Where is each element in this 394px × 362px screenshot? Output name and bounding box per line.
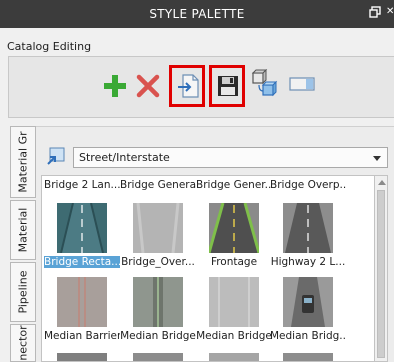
list-item[interactable]: Highway 2 L... [270,203,346,269]
tab-connector[interactable]: nector [10,324,36,362]
item-label: Bridge Recta... [44,256,120,268]
item-label: Bridge_Over... [121,256,195,268]
tab-label: nector [16,325,30,361]
copy-style-button[interactable] [249,67,287,105]
list-item[interactable]: Bridge Recta... [44,203,120,269]
chevron-down-icon [373,156,381,161]
tab-label: Pipeline [16,270,30,314]
floppy-disk-icon [218,76,238,96]
list-item[interactable]: Median Bridge [196,277,272,343]
median-bridge-vehicle-thumbnail [283,277,333,327]
item-label: Bridge General [120,179,196,191]
list-item[interactable]: Median Bridg... [270,277,346,343]
catalog-toolbar [8,56,394,118]
window-button[interactable] [285,67,323,105]
catalog-editing-label: Catalog Editing [7,40,92,53]
copy-cubes-icon [251,69,278,97]
side-tabs: Material Gr Material Pipeline nector [10,126,36,362]
item-label: Frontage [210,256,258,268]
frontage-road-thumbnail [209,203,259,253]
delete-button[interactable] [129,67,167,105]
import-file-icon [178,74,199,98]
item-label: Bridge Overp... [270,179,346,191]
partial-thumbnail [209,353,259,361]
x-icon [136,74,160,98]
bridge-rectangular-thumbnail [57,203,107,253]
highway-2-lane-thumbnail [283,203,333,253]
tab-pipeline[interactable]: Pipeline [10,262,36,322]
list-item[interactable]: Bridge_Over... [120,203,196,269]
window-title: STYLE PALETTE [149,7,245,21]
import-button[interactable] [169,65,205,107]
median-bridge-2-thumbnail [209,277,259,327]
style-gallery: Bridge 2 Lan... Bridge General Bridge Ge… [41,175,374,362]
plus-icon [104,75,126,97]
list-item[interactable]: Median Barrier [44,277,120,343]
save-button[interactable] [209,65,245,107]
category-value: Street/Interstate [79,151,170,164]
scroll-up-icon[interactable] [378,180,386,185]
item-label: Median Bridg... [270,330,346,342]
tab-label: Material [16,207,30,253]
close-icon[interactable]: ✕ [386,7,394,17]
tab-material-group[interactable]: Material Gr [10,126,36,198]
category-picker-icon[interactable] [47,147,65,165]
item-label: Bridge Gener... [196,179,272,191]
median-bridge-thumbnail [133,277,183,327]
bridge-overpass-thumbnail [133,203,183,253]
item-label: Highway 2 L... [270,256,346,268]
item-label: Median Barrier [44,330,120,342]
scrollbar-thumb[interactable] [377,190,385,358]
list-item[interactable]: Median Bridge [120,277,196,343]
gallery-scrollbar[interactable] [374,175,388,362]
title-bar: STYLE PALETTE ✕ [0,0,394,28]
tab-material[interactable]: Material [10,200,36,260]
window-icon [289,77,315,91]
item-label: Median Bridge [120,330,196,342]
median-barrier-thumbnail [57,277,107,327]
category-select[interactable]: Street/Interstate [73,147,388,168]
restore-icon[interactable] [369,6,381,18]
partial-thumbnail [57,353,107,361]
partial-thumbnail [133,353,183,361]
partial-thumbnail [283,353,333,361]
item-label: Bridge 2 Lan... [44,179,120,191]
item-label: Median Bridge [196,330,272,342]
tab-label: Material Gr [16,131,30,193]
list-item[interactable]: Frontage [196,203,272,269]
